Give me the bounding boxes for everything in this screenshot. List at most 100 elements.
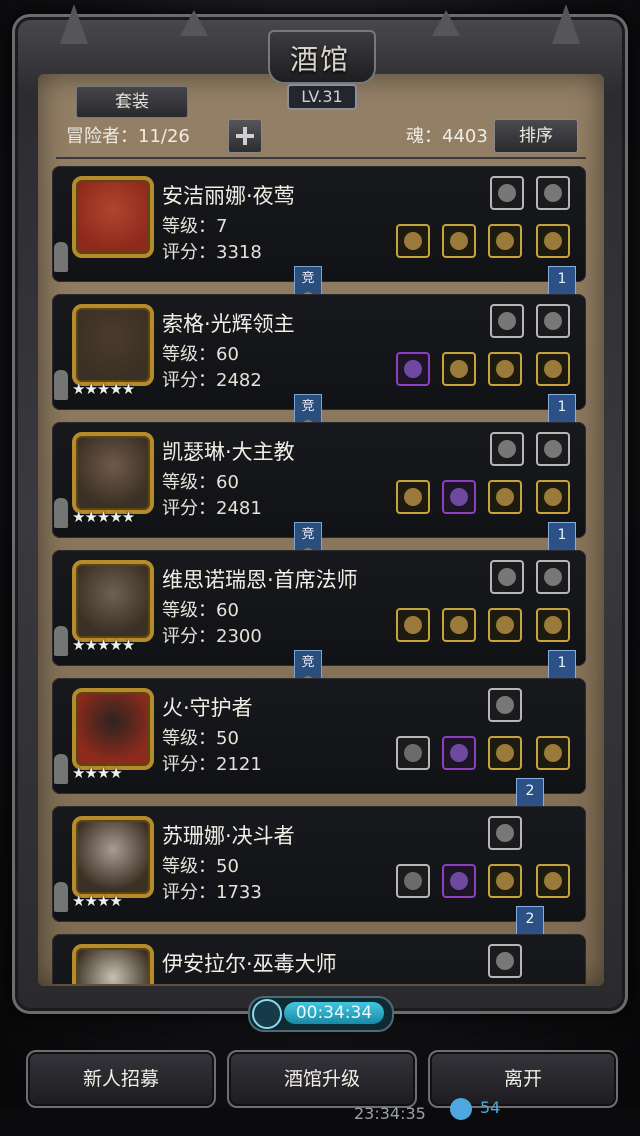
hero-name: 伊安拉尔·巫毒大师	[162, 952, 337, 976]
hero-card[interactable]: ★★★★ 苏珊娜·决斗者 等级：50 评分：1733	[52, 806, 586, 922]
recruit-button[interactable]: 新人招募	[26, 1050, 216, 1108]
hero-portrait[interactable]	[72, 304, 154, 386]
helm-icon[interactable]	[488, 352, 522, 386]
hero-list[interactable]: 安洁丽娜·夜莺 等级：7 评分：3318 竞 1 ★★★★★ 索格·光辉领主 等级：60 评分：…	[52, 166, 586, 984]
statue-icon	[54, 754, 68, 784]
horn-icon[interactable]	[536, 304, 570, 338]
item-glyph	[496, 488, 514, 506]
item-glyph	[450, 744, 468, 762]
ring-icon[interactable]	[536, 480, 570, 514]
item-glyph	[544, 872, 562, 890]
system-clock: 23:34:35	[354, 1104, 426, 1123]
statue-icon	[54, 498, 68, 528]
ring-icon[interactable]	[488, 480, 522, 514]
hero-portrait[interactable]	[72, 560, 154, 642]
glove-icon[interactable]	[488, 816, 522, 850]
armor-icon[interactable]	[442, 864, 476, 898]
hero-portrait[interactable]	[72, 944, 154, 984]
item-glyph	[450, 360, 468, 378]
helm-icon[interactable]	[488, 224, 522, 258]
hero-stars: ★★★★★	[72, 636, 135, 654]
hero-portrait[interactable]	[72, 816, 154, 898]
item-glyph	[544, 744, 562, 762]
ring-icon[interactable]	[488, 736, 522, 770]
book-icon[interactable]	[490, 560, 524, 594]
item-glyph	[404, 360, 422, 378]
ring-icon[interactable]	[536, 736, 570, 770]
hero-name: 苏珊娜·决斗者	[162, 824, 295, 848]
frame-spike-right	[552, 4, 580, 44]
gem-count: 54	[480, 1098, 501, 1117]
item-glyph	[496, 696, 514, 714]
clock-icon	[252, 999, 282, 1029]
item-glyph	[496, 872, 514, 890]
ring-icon[interactable]	[488, 864, 522, 898]
hero-card[interactable]: 伊安拉尔·巫毒大师	[52, 934, 586, 984]
orb-icon[interactable]	[488, 688, 522, 722]
hero-name: 索格·光辉领主	[162, 312, 295, 336]
sword-icon[interactable]	[490, 176, 524, 210]
item-glyph	[404, 232, 422, 250]
hero-card[interactable]: ★★★★★ 维思诺瑞恩·首席法师 等级：60 评分：2300	[52, 550, 586, 666]
robe-icon[interactable]	[442, 352, 476, 386]
amulet-icon[interactable]	[536, 432, 570, 466]
set-tab-button[interactable]: 套装	[76, 86, 188, 118]
item-glyph	[544, 440, 562, 458]
hammer-icon[interactable]	[396, 352, 430, 386]
add-adventurer-button[interactable]	[228, 119, 262, 153]
statue-icon	[54, 626, 68, 656]
item-glyph	[544, 616, 562, 634]
statue-icon	[54, 242, 68, 272]
feather-icon[interactable]	[536, 176, 570, 210]
hero-score: 评分：2300	[162, 626, 262, 647]
hero-score: 评分：2121	[162, 754, 262, 775]
tavern-level-badge: LV.31	[287, 84, 357, 110]
wand-icon[interactable]	[396, 608, 430, 642]
cape-icon[interactable]	[536, 864, 570, 898]
item-glyph	[450, 616, 468, 634]
gauntlet-icon[interactable]	[536, 352, 570, 386]
armor-icon[interactable]	[442, 608, 476, 642]
refresh-timer: 00:34:34	[248, 996, 394, 1032]
hero-level: 等级：60	[162, 472, 239, 493]
crystal-icon[interactable]	[488, 944, 522, 978]
staff-icon[interactable]	[396, 224, 430, 258]
sort-button[interactable]: 排序	[494, 119, 578, 153]
blade-icon[interactable]	[396, 736, 430, 770]
hero-name: 凯瑟琳·大主教	[162, 440, 295, 464]
item-glyph	[496, 824, 514, 842]
dagger-icon[interactable]	[396, 864, 430, 898]
hero-card[interactable]: ★★★★★ 凯瑟琳·大主教 等级：60 评分：2481	[52, 422, 586, 538]
item-glyph	[496, 616, 514, 634]
hero-portrait[interactable]	[72, 688, 154, 770]
item-glyph	[544, 488, 562, 506]
armor-icon[interactable]	[442, 736, 476, 770]
frame-spike-left	[60, 4, 88, 44]
item-glyph	[450, 488, 468, 506]
gem-icon	[450, 1098, 472, 1120]
cloak-icon[interactable]	[442, 224, 476, 258]
hero-portrait[interactable]	[72, 176, 154, 258]
emblem-icon[interactable]	[490, 304, 524, 338]
ring-icon[interactable]	[536, 224, 570, 258]
axe-icon[interactable]	[396, 480, 430, 514]
hero-score: 评分：3318	[162, 242, 262, 263]
upgrade-tavern-button[interactable]: 酒馆升级	[227, 1050, 417, 1108]
hero-level: 等级：60	[162, 344, 239, 365]
item-glyph	[496, 360, 514, 378]
statue-icon	[54, 370, 68, 400]
hero-card[interactable]: 安洁丽娜·夜莺 等级：7 评分：3318	[52, 166, 586, 282]
hero-portrait[interactable]	[72, 432, 154, 514]
glove-icon[interactable]	[490, 432, 524, 466]
hero-stars: ★★★★	[72, 892, 123, 910]
item-glyph	[496, 744, 514, 762]
cloak-icon[interactable]	[442, 480, 476, 514]
potion-icon[interactable]	[536, 608, 570, 642]
crystal-icon[interactable]	[536, 560, 570, 594]
item-glyph	[404, 872, 422, 890]
hero-card[interactable]: ★★★★★ 索格·光辉领主 等级：60 评分：2482	[52, 294, 586, 410]
necklace-icon[interactable]	[488, 608, 522, 642]
soul-count: 魂：4403	[406, 126, 488, 147]
hero-card[interactable]: ★★★★ 火·守护者 等级：50 评分：2121	[52, 678, 586, 794]
item-glyph	[496, 232, 514, 250]
